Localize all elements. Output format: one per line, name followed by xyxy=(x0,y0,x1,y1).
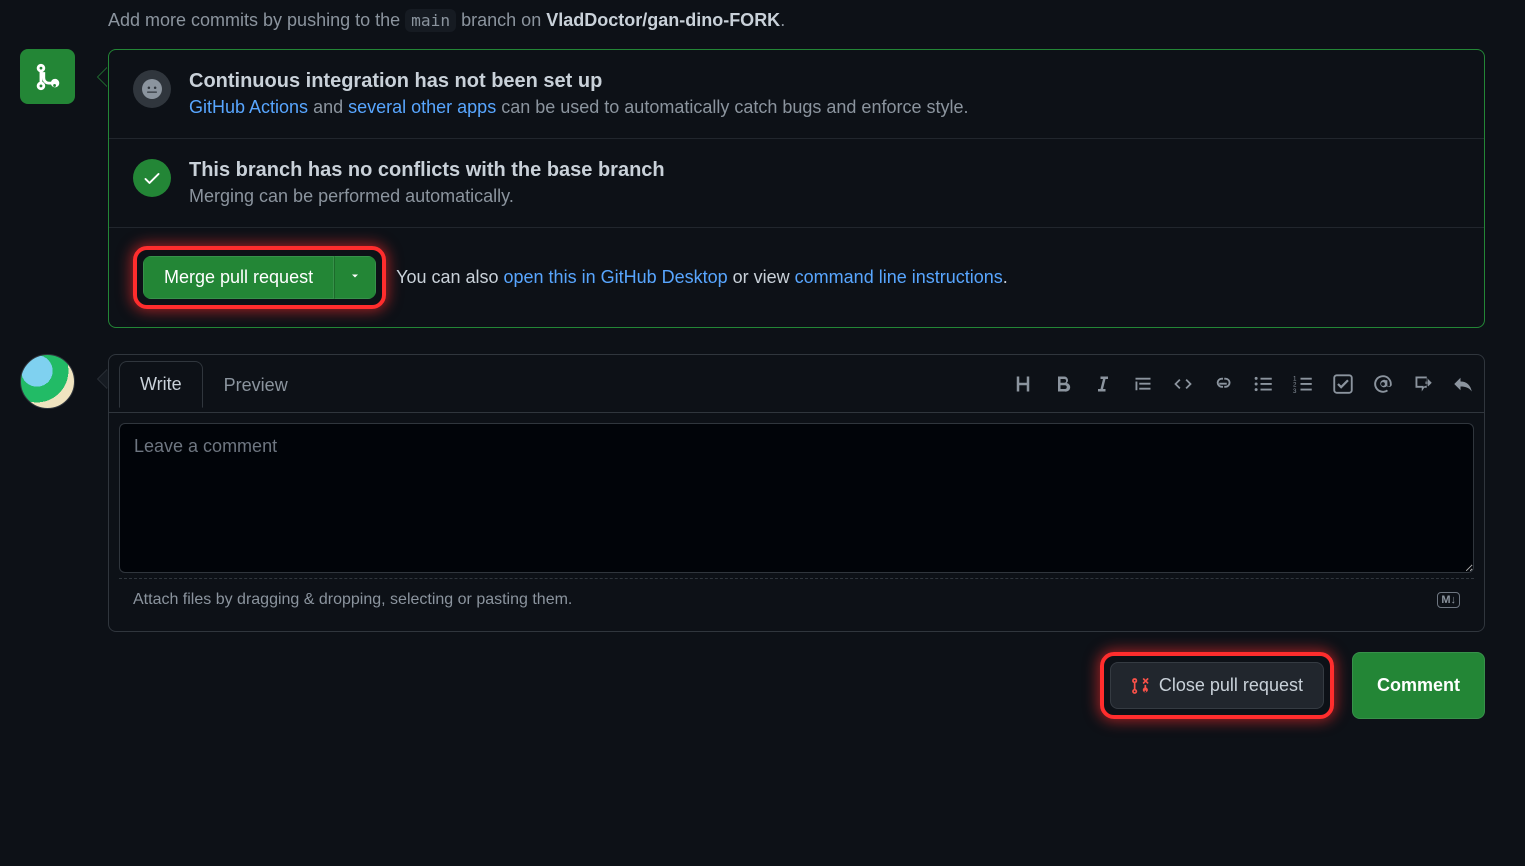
ci-title: Continuous integration has not been set … xyxy=(189,70,968,93)
close-pull-request-label: Close pull request xyxy=(1159,675,1303,696)
comment-textarea[interactable] xyxy=(119,423,1474,573)
close-button-highlight: Close pull request xyxy=(1100,652,1334,719)
link-icon[interactable] xyxy=(1212,373,1234,395)
check-icon xyxy=(133,159,171,197)
markdown-supported-icon[interactable]: M↓ xyxy=(1437,592,1460,608)
command-line-instructions-link[interactable]: command line instructions xyxy=(795,267,1003,287)
open-github-desktop-link[interactable]: open this in GitHub Desktop xyxy=(504,267,728,287)
merge-button-highlight: Merge pull request xyxy=(133,246,386,309)
unordered-list-icon[interactable] xyxy=(1252,373,1274,395)
reply-icon[interactable] xyxy=(1452,373,1474,395)
heading-icon[interactable] xyxy=(1012,373,1034,395)
git-merge-icon xyxy=(33,62,63,92)
push-hint-prefix: Add more commits by pushing to the xyxy=(108,10,405,30)
merge-alternatives-text: You can also open this in GitHub Desktop… xyxy=(396,267,1008,288)
svg-text:3: 3 xyxy=(1293,387,1297,393)
comment-button[interactable]: Comment xyxy=(1352,652,1485,719)
git-merge-badge xyxy=(20,49,75,104)
push-hint: Add more commits by pushing to the main … xyxy=(108,10,1485,31)
comment-composer: Write Preview 123 Attach files by draggi… xyxy=(108,354,1485,632)
code-icon[interactable] xyxy=(1172,373,1194,395)
cross-reference-icon[interactable] xyxy=(1412,373,1434,395)
close-pull-request-button[interactable]: Close pull request xyxy=(1110,662,1324,709)
write-tab[interactable]: Write xyxy=(119,361,203,408)
quote-icon[interactable] xyxy=(1132,373,1154,395)
italic-icon[interactable] xyxy=(1092,373,1114,395)
merge-status-panel: Continuous integration has not been set … xyxy=(108,49,1485,328)
preview-tab[interactable]: Preview xyxy=(203,362,309,408)
no-conflicts-subtitle: Merging can be performed automatically. xyxy=(189,186,665,207)
repo-name: VladDoctor/gan-dino-FORK xyxy=(546,10,780,30)
push-hint-suffix: . xyxy=(780,10,785,30)
github-actions-link[interactable]: GitHub Actions xyxy=(189,97,308,117)
git-pull-request-closed-icon xyxy=(1131,677,1149,695)
bot-icon xyxy=(133,70,171,108)
formatting-toolbar: 123 xyxy=(1012,373,1474,395)
caret-down-icon xyxy=(349,270,361,282)
ci-description: GitHub Actions and several other apps ca… xyxy=(189,97,968,118)
merge-pull-request-button[interactable]: Merge pull request xyxy=(143,256,334,299)
branch-name: main xyxy=(405,9,456,32)
user-avatar[interactable] xyxy=(20,354,75,409)
other-apps-link[interactable]: several other apps xyxy=(348,97,496,117)
merge-options-dropdown[interactable] xyxy=(334,256,376,299)
push-hint-middle: branch on xyxy=(461,10,546,30)
tasklist-icon[interactable] xyxy=(1332,373,1354,395)
no-conflicts-title: This branch has no conflicts with the ba… xyxy=(189,159,665,182)
attach-files-hint[interactable]: Attach files by dragging & dropping, sel… xyxy=(133,591,572,609)
ordered-list-icon[interactable]: 123 xyxy=(1292,373,1314,395)
mention-icon[interactable] xyxy=(1372,373,1394,395)
bold-icon[interactable] xyxy=(1052,373,1074,395)
